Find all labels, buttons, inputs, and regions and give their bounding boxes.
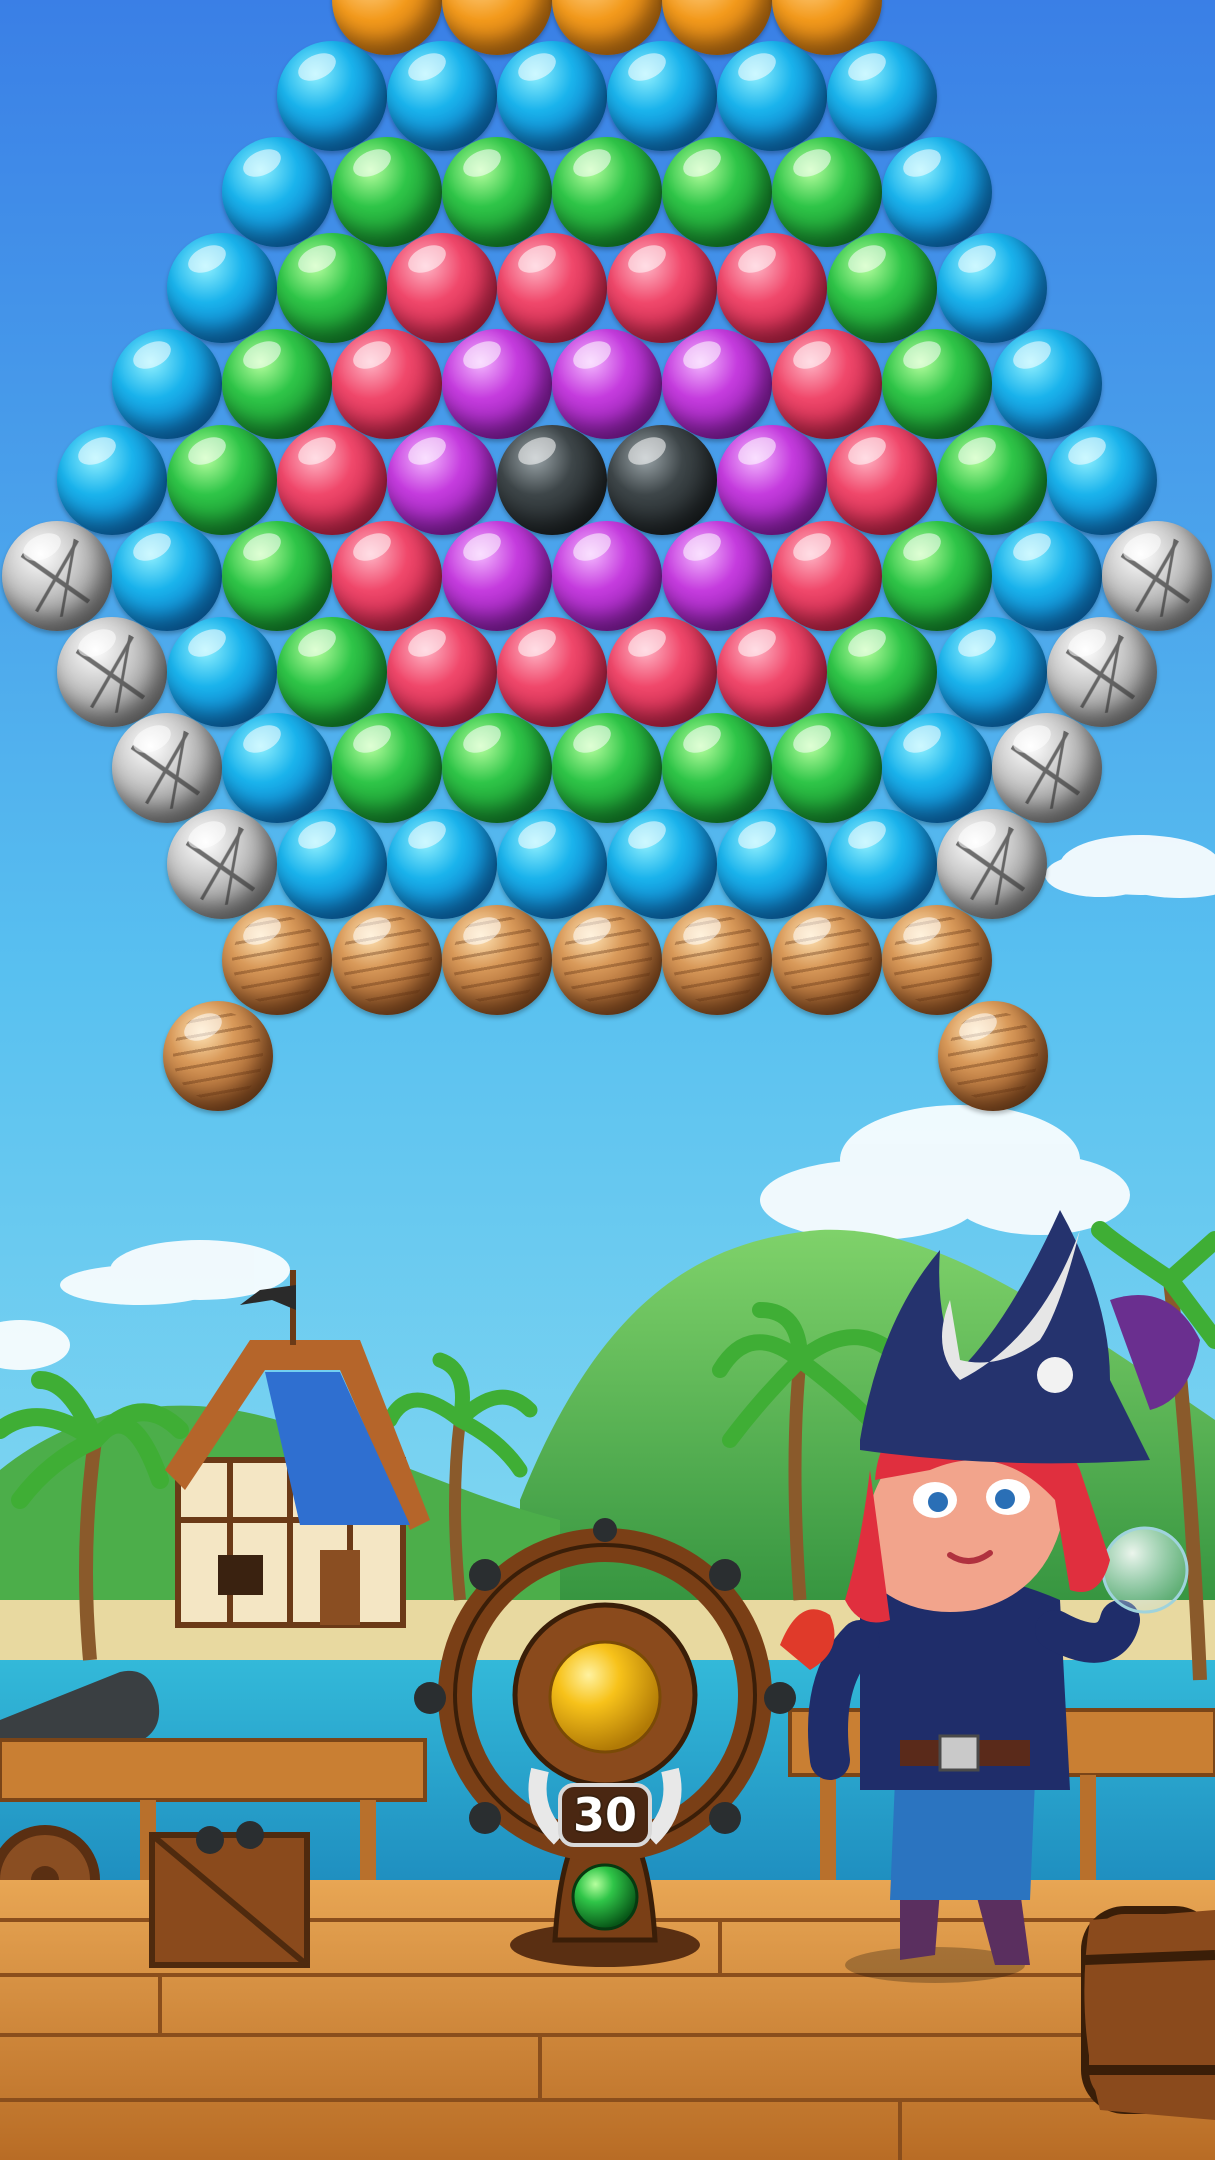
bubble-grid[interactable]: [0, 0, 1215, 1111]
red-bubble[interactable]: [332, 329, 442, 439]
blue-bubble[interactable]: [1047, 425, 1157, 535]
stone-bubble[interactable]: [167, 809, 277, 919]
green-bubble[interactable]: [442, 713, 552, 823]
blue-bubble[interactable]: [222, 713, 332, 823]
stone-bubble[interactable]: [1047, 617, 1157, 727]
red-bubble[interactable]: [387, 233, 497, 343]
purple-bubble[interactable]: [717, 425, 827, 535]
red-bubble[interactable]: [332, 521, 442, 631]
green-bubble[interactable]: [552, 137, 662, 247]
blue-bubble[interactable]: [167, 617, 277, 727]
wood-bubble[interactable]: [442, 905, 552, 1015]
blue-bubble[interactable]: [387, 41, 497, 151]
stone-bubble[interactable]: [57, 617, 167, 727]
green-bubble[interactable]: [827, 233, 937, 343]
blue-bubble[interactable]: [992, 521, 1102, 631]
green-bubble[interactable]: [937, 425, 1047, 535]
wood-bubble[interactable]: [552, 905, 662, 1015]
blue-bubble[interactable]: [607, 809, 717, 919]
green-bubble[interactable]: [662, 713, 772, 823]
red-bubble[interactable]: [607, 233, 717, 343]
game-stage[interactable]: 30: [0, 0, 1215, 2160]
red-bubble[interactable]: [277, 425, 387, 535]
blue-bubble[interactable]: [277, 809, 387, 919]
green-bubble[interactable]: [772, 137, 882, 247]
blue-bubble[interactable]: [277, 41, 387, 151]
blue-bubble[interactable]: [607, 41, 717, 151]
red-bubble[interactable]: [772, 521, 882, 631]
wood-bubble[interactable]: [882, 905, 992, 1015]
blue-bubble[interactable]: [937, 233, 1047, 343]
purple-bubble[interactable]: [552, 521, 662, 631]
blue-bubble[interactable]: [497, 41, 607, 151]
red-bubble[interactable]: [387, 617, 497, 727]
blue-bubble[interactable]: [937, 617, 1047, 727]
green-bubble[interactable]: [222, 329, 332, 439]
red-bubble[interactable]: [497, 617, 607, 727]
black-bubble[interactable]: [497, 425, 607, 535]
green-bubble[interactable]: [277, 617, 387, 727]
wood-bubble[interactable]: [662, 905, 772, 1015]
blue-bubble[interactable]: [717, 41, 827, 151]
blue-bubble[interactable]: [497, 809, 607, 919]
blue-bubble[interactable]: [882, 137, 992, 247]
deck-barrel: [1084, 1910, 1215, 2120]
green-bubble[interactable]: [332, 713, 442, 823]
green-bubble[interactable]: [662, 137, 772, 247]
green-bubble[interactable]: [277, 233, 387, 343]
blue-bubble[interactable]: [717, 809, 827, 919]
current-bubble: [548, 1640, 662, 1754]
red-bubble[interactable]: [607, 617, 717, 727]
red-bubble[interactable]: [717, 617, 827, 727]
blue-bubble[interactable]: [387, 809, 497, 919]
purple-bubble[interactable]: [662, 329, 772, 439]
purple-bubble[interactable]: [442, 521, 552, 631]
purple-bubble[interactable]: [662, 521, 772, 631]
green-bubble[interactable]: [167, 425, 277, 535]
shots-remaining-counter: 30: [572, 1788, 637, 1842]
stone-bubble[interactable]: [2, 521, 112, 631]
purple-bubble[interactable]: [552, 329, 662, 439]
green-bubble[interactable]: [332, 137, 442, 247]
wood-bubble[interactable]: [938, 1001, 1048, 1111]
green-bubble[interactable]: [772, 713, 882, 823]
blue-bubble[interactable]: [827, 41, 937, 151]
blue-bubble[interactable]: [992, 329, 1102, 439]
purple-bubble[interactable]: [387, 425, 497, 535]
blue-bubble[interactable]: [167, 233, 277, 343]
blue-bubble[interactable]: [112, 329, 222, 439]
stone-bubble[interactable]: [937, 809, 1047, 919]
blue-bubble[interactable]: [112, 521, 222, 631]
wood-bubble[interactable]: [772, 905, 882, 1015]
stone-bubble[interactable]: [992, 713, 1102, 823]
red-bubble[interactable]: [827, 425, 937, 535]
wood-bubble[interactable]: [222, 905, 332, 1015]
green-bubble[interactable]: [442, 137, 552, 247]
green-bubble[interactable]: [222, 521, 332, 631]
red-bubble[interactable]: [772, 329, 882, 439]
stone-bubble[interactable]: [1102, 521, 1212, 631]
blue-bubble[interactable]: [827, 809, 937, 919]
green-bubble[interactable]: [827, 617, 937, 727]
wood-bubble[interactable]: [163, 1001, 273, 1111]
next-bubble: [571, 1863, 639, 1931]
green-bubble[interactable]: [552, 713, 662, 823]
green-bubble[interactable]: [882, 521, 992, 631]
red-bubble[interactable]: [717, 233, 827, 343]
blue-bubble[interactable]: [222, 137, 332, 247]
red-bubble[interactable]: [497, 233, 607, 343]
green-bubble[interactable]: [882, 329, 992, 439]
blue-bubble[interactable]: [57, 425, 167, 535]
stone-bubble[interactable]: [112, 713, 222, 823]
wood-bubble[interactable]: [332, 905, 442, 1015]
purple-bubble[interactable]: [442, 329, 552, 439]
blue-bubble[interactable]: [882, 713, 992, 823]
black-bubble[interactable]: [607, 425, 717, 535]
